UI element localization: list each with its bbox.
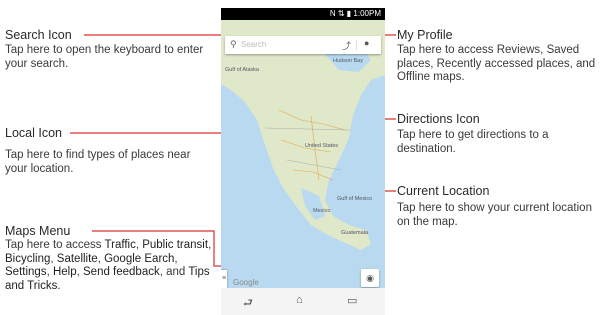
directions-icon-callout-desc: Tap here to get directions to a destinat… — [397, 129, 549, 155]
nav-bar: ⮐ ⌂ ▭ — [221, 288, 385, 315]
map-label-mexico: Mexico — [313, 208, 331, 214]
status-bar: N ⇅ ▮ 1:00PM — [221, 8, 385, 20]
search-bar[interactable]: ⚲ Search ⤴ ● — [225, 36, 381, 54]
local-icon-callout-title: Local Icon — [5, 126, 62, 140]
local-icon-callout-desc: Tap here to find types of places near yo… — [5, 149, 191, 175]
menu-item-google-earch: Google Earch — [104, 252, 175, 265]
map-label-united-states: United States — [305, 143, 339, 149]
map-view[interactable]: Gulf of Alaska Hudson Bay United States … — [221, 20, 385, 288]
menu-item-satellite: Satellite — [56, 252, 98, 265]
status-icons: N ⇅ ▮ — [329, 9, 354, 18]
map-label-guatemala: Guatemala — [341, 230, 368, 236]
menu-item-help: Help — [52, 266, 77, 278]
maps-menu-desc-intro: Tap here to access — [5, 239, 105, 251]
current-location-callout-desc: Tap here to show your current location o… — [397, 202, 592, 228]
my-profile-callout-title: My Profile — [397, 28, 453, 42]
menu-item-settings: Settings — [5, 266, 47, 278]
current-location-callout-title: Current Location — [397, 184, 490, 198]
maps-menu-callout-title: Maps Menu — [5, 224, 71, 238]
status-time: 1:00PM — [353, 9, 381, 18]
home-icon[interactable]: ⌂ — [296, 294, 303, 306]
directions-icon[interactable]: ⤴ — [342, 39, 351, 52]
phone-screen: N ⇅ ▮ 1:00PM Gulf of Alaska Hudson Bay U… — [221, 8, 385, 315]
menu-icon[interactable]: ≡ — [221, 270, 227, 288]
search-icon-callout-desc: Tap here to open the keyboard to enter y… — [5, 44, 204, 70]
maps-menu-callout-desc: Tap here to access Traffic, Public trans… — [5, 239, 212, 292]
location-icon[interactable]: ◉ — [361, 269, 379, 287]
menu-item-traffic: Traffic — [104, 239, 136, 251]
search-input[interactable]: Search — [241, 40, 266, 49]
back-icon[interactable]: ⮐ — [243, 294, 253, 313]
menu-item-bicycling: Bicycling — [5, 252, 51, 265]
maps-menu-desc-and: and — [166, 266, 189, 278]
map-label-gulf-of-mexico: Gulf of Mexico — [337, 196, 373, 202]
search-bar-divider — [356, 40, 357, 50]
directions-icon-callout-title: Directions Icon — [397, 112, 480, 126]
google-watermark: Google — [233, 278, 259, 287]
map-label-gulf-alaska: Gulf of Alaska — [225, 67, 259, 73]
search-icon-callout-title: Search Icon — [5, 28, 72, 42]
maps-menu-desc-end: . — [57, 279, 61, 292]
map-label-hudson-bay: Hudson Bay — [333, 58, 363, 64]
profile-icon[interactable]: ● — [364, 38, 369, 48]
my-profile-callout-desc: Tap here to access Reviews, Saved places… — [397, 44, 596, 83]
menu-item-public-transit: Public transit — [142, 239, 209, 251]
recents-icon[interactable]: ▭ — [347, 294, 357, 307]
search-icon[interactable]: ⚲ — [230, 39, 237, 50]
menu-item-send-feedback: Send feedback — [83, 266, 160, 278]
